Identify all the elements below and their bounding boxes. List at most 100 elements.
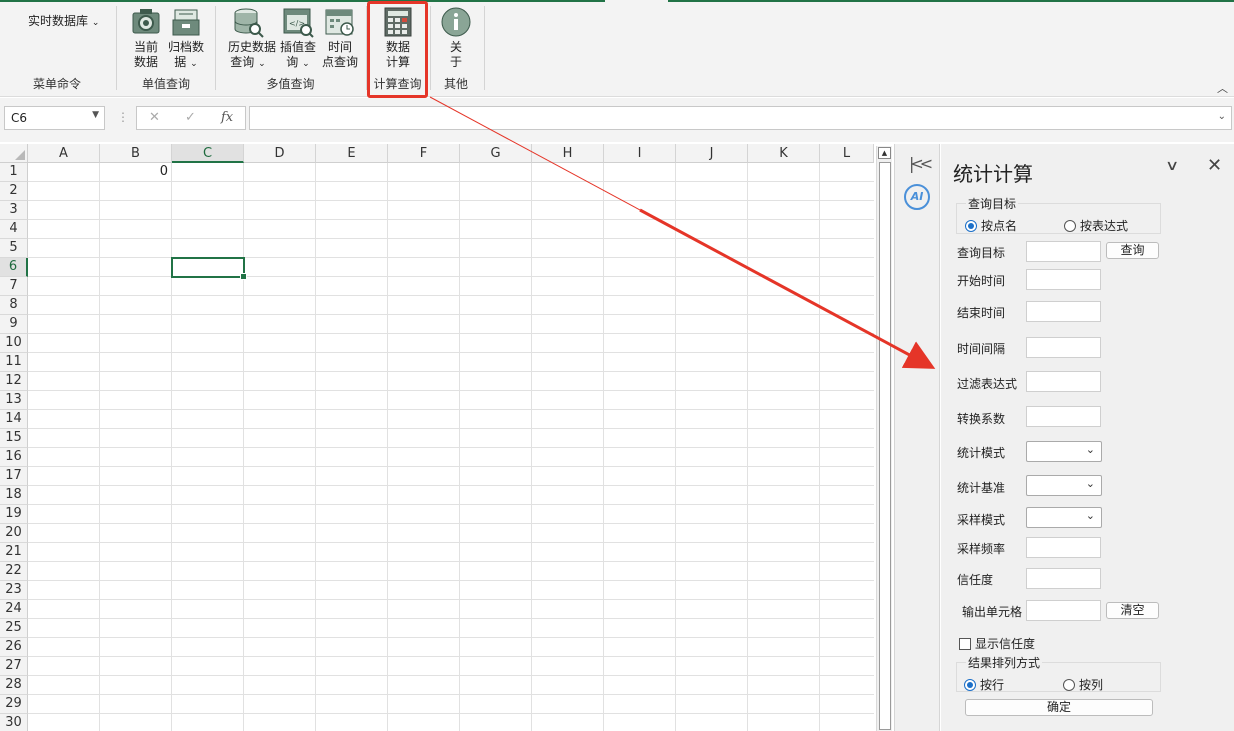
end-time-input[interactable] <box>1026 301 1101 322</box>
radio-by-point-name[interactable]: 按点名 <box>965 217 1017 234</box>
interpolation-query-button[interactable]: </> 插值查 询 ⌄ <box>278 6 318 72</box>
filter-expr-label: 过滤表达式 <box>957 377 1018 391</box>
row-header-17[interactable]: 17 <box>0 467 28 486</box>
column-header-h[interactable]: H <box>532 144 604 163</box>
row-header-7[interactable]: 7 <box>0 277 28 296</box>
row-header-14[interactable]: 14 <box>0 410 28 429</box>
name-box[interactable]: C6 ▼ <box>4 106 105 130</box>
confidence-label: 信任度 <box>957 573 994 587</box>
interval-input[interactable] <box>1026 337 1101 358</box>
column-header-b[interactable]: B <box>100 144 172 163</box>
row-header-24[interactable]: 24 <box>0 600 28 619</box>
time-point-query-button[interactable]: 时间 点查询 <box>320 6 360 70</box>
filter-expr-input[interactable] <box>1026 371 1101 392</box>
end-time-label: 结束时间 <box>957 306 1006 320</box>
row-header-18[interactable]: 18 <box>0 486 28 505</box>
row-header-23[interactable]: 23 <box>0 581 28 600</box>
row-header-15[interactable]: 15 <box>0 429 28 448</box>
stat-base-select[interactable]: ⌄ <box>1026 475 1102 496</box>
collapse-ribbon-icon[interactable]: ︿ <box>1217 80 1228 96</box>
row-header-13[interactable]: 13 <box>0 391 28 410</box>
radio-by-row[interactable]: 按行 <box>964 676 1004 693</box>
output-cell-input[interactable] <box>1026 600 1101 621</box>
clear-button[interactable]: 清空 <box>1106 602 1159 619</box>
query-button[interactable]: 查询 <box>1106 242 1159 259</box>
chevron-down-icon: ▼ <box>92 110 99 120</box>
confirm-button[interactable]: 确定 <box>965 699 1153 716</box>
column-header-j[interactable]: J <box>676 144 748 163</box>
pane-title: 统计计算 <box>953 162 1033 186</box>
cell-area[interactable] <box>28 163 874 731</box>
column-header-c[interactable]: C <box>172 144 244 163</box>
chevron-down-icon: ⌄ <box>190 59 198 69</box>
row-header-22[interactable]: 22 <box>0 562 28 581</box>
select-all-corner[interactable] <box>0 144 28 163</box>
row-header-6[interactable]: 6 <box>0 258 28 277</box>
column-header-g[interactable]: G <box>460 144 532 163</box>
column-header-k[interactable]: K <box>748 144 820 163</box>
expand-formula-icon[interactable]: ⌄ <box>1218 111 1226 122</box>
radio-by-expression[interactable]: 按表达式 <box>1064 217 1128 234</box>
column-header-f[interactable]: F <box>388 144 460 163</box>
enter-icon[interactable]: ✓ <box>185 110 196 125</box>
row-header-19[interactable]: 19 <box>0 505 28 524</box>
column-header-a[interactable]: A <box>28 144 100 163</box>
ai-assistant-icon[interactable]: AI <box>904 184 930 210</box>
formula-input[interactable]: ⌄ <box>249 106 1232 130</box>
column-header-d[interactable]: D <box>244 144 316 163</box>
scrollbar-thumb[interactable] <box>879 162 891 730</box>
row-header-9[interactable]: 9 <box>0 315 28 334</box>
row-header-12[interactable]: 12 <box>0 372 28 391</box>
radio-by-column[interactable]: 按列 <box>1063 676 1103 693</box>
row-header-27[interactable]: 27 <box>0 657 28 676</box>
archive-data-button[interactable]: 归档数 据 ⌄ <box>166 6 206 72</box>
checkbox-unchecked-icon <box>959 638 971 650</box>
group-single-query: 当前 数据 归档数 据 ⌄ 单值查询 <box>117 4 215 94</box>
cancel-icon[interactable]: ✕ <box>149 110 160 125</box>
query-target-input[interactable] <box>1026 241 1101 262</box>
row-header-26[interactable]: 26 <box>0 638 28 657</box>
conversion-input[interactable] <box>1026 406 1101 427</box>
scroll-up-icon[interactable]: ▲ <box>878 147 891 159</box>
show-confidence-checkbox[interactable]: 显示信任度 <box>959 635 1035 652</box>
stat-mode-select[interactable]: ⌄ <box>1026 441 1102 462</box>
row-header-30[interactable]: 30 <box>0 714 28 731</box>
formula-bar: C6 ▼ ⋮ ✕ ✓ fx ⌄ <box>0 98 1234 142</box>
history-query-button[interactable]: 历史数据 查询 ⌄ <box>228 6 276 72</box>
row-header-21[interactable]: 21 <box>0 543 28 562</box>
row-header-5[interactable]: 5 <box>0 239 28 258</box>
row-header-3[interactable]: 3 <box>0 201 28 220</box>
row-header-28[interactable]: 28 <box>0 676 28 695</box>
start-time-input[interactable] <box>1026 269 1101 290</box>
row-header-25[interactable]: 25 <box>0 619 28 638</box>
column-header-e[interactable]: E <box>316 144 388 163</box>
sample-freq-input[interactable] <box>1026 537 1101 558</box>
close-icon[interactable]: ✕ <box>1207 155 1222 176</box>
column-header-l[interactable]: L <box>820 144 874 163</box>
about-button[interactable]: 关 于 <box>436 6 476 70</box>
row-header-29[interactable]: 29 <box>0 695 28 714</box>
insert-function-icon[interactable]: fx <box>221 110 233 125</box>
pane-options-chevron-icon[interactable]: ∨ <box>1165 158 1179 174</box>
realtime-db-dropdown[interactable]: 实时数据库 ⌄ <box>28 12 99 29</box>
column-header-i[interactable]: I <box>604 144 676 163</box>
collapse-pane-icon[interactable]: |<< <box>909 154 933 173</box>
row-header-10[interactable]: 10 <box>0 334 28 353</box>
row-header-2[interactable]: 2 <box>0 182 28 201</box>
row-header-20[interactable]: 20 <box>0 524 28 543</box>
row-header-8[interactable]: 8 <box>0 296 28 315</box>
row-header-16[interactable]: 16 <box>0 448 28 467</box>
radio-unselected-icon <box>1063 679 1075 691</box>
cell-b1[interactable]: 0 <box>100 164 168 179</box>
row-header-4[interactable]: 4 <box>0 220 28 239</box>
row-header-11[interactable]: 11 <box>0 353 28 372</box>
current-data-button[interactable]: 当前 数据 <box>126 6 166 70</box>
sample-mode-select[interactable]: ⌄ <box>1026 507 1102 528</box>
group-label: 多值查询 <box>266 77 315 91</box>
ribbon: 实时数据库 ⌄ 菜单命令 当前 数据 归档数 据 ⌄ 单值查询 历史数据 查询 … <box>0 0 1234 98</box>
vertical-scrollbar[interactable]: ▲ <box>876 146 892 731</box>
ribbon-accent-line <box>668 0 1234 2</box>
confidence-input[interactable] <box>1026 568 1101 589</box>
active-cell-c6[interactable] <box>171 257 247 280</box>
row-header-1[interactable]: 1 <box>0 163 28 182</box>
